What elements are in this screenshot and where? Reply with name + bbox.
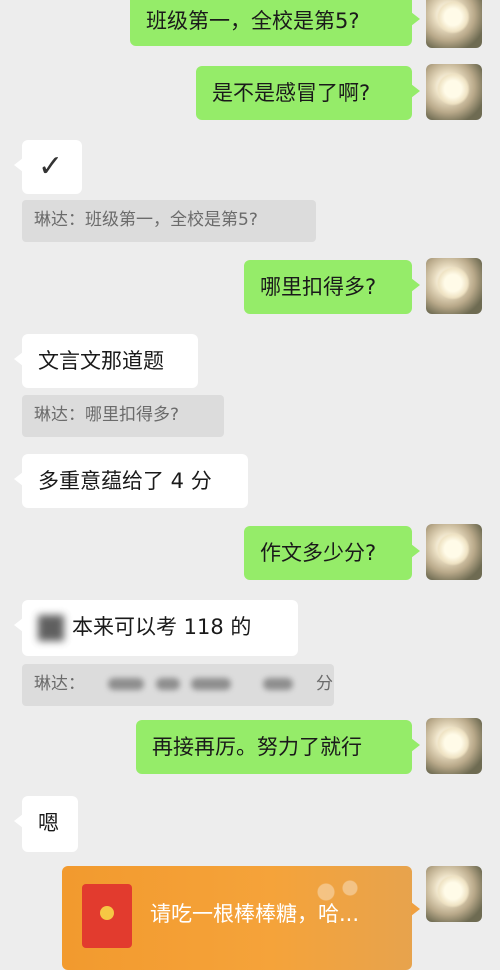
red-envelope-icon [82,884,132,948]
redacted-text [155,678,180,690]
redacted-text [262,678,293,690]
quoted-message[interactable]: 琳达： 分 [22,664,334,706]
message-bubble[interactable]: 哪里扣得多? [244,260,420,314]
quoted-message[interactable]: 琳达：班级第一，全校是第5? [22,200,316,242]
message-bubble[interactable]: 多重意蕴给了 4 分 [14,454,248,508]
message-bubble[interactable]: 本来可以考 118 的 [14,600,298,656]
user-avatar[interactable] [426,64,482,120]
user-avatar[interactable] [426,0,482,48]
quoted-message[interactable]: 琳达：哪里扣得多? [22,395,224,437]
message-text: 本来可以考 118 的 [72,615,252,639]
message-bubble[interactable]: 是不是感冒了啊? [196,66,420,120]
message-bubble[interactable]: 再接再厉。努力了就行 [136,720,420,774]
message-bubble[interactable]: 作文多少分? [244,526,420,580]
message-bubble[interactable]: ✓ [14,140,82,194]
redacted-text [38,615,64,641]
quote-prefix: 琳达： [34,674,85,694]
red-packet-text: 请吃一根棒棒糖，哈... [150,902,360,926]
message-bubble[interactable]: 嗯 [14,796,78,852]
user-avatar[interactable] [426,258,482,314]
quote-suffix: 分 [316,674,334,694]
user-avatar[interactable] [426,866,482,922]
message-bubble[interactable]: 班级第一，全校是第5? [130,0,420,46]
red-packet-card[interactable]: 请吃一根棒棒糖，哈... [62,866,420,970]
redacted-text [191,678,232,690]
user-avatar[interactable] [426,718,482,774]
message-bubble[interactable]: 文言文那道题 [14,334,198,388]
user-avatar[interactable] [426,524,482,580]
redacted-text [108,678,145,690]
